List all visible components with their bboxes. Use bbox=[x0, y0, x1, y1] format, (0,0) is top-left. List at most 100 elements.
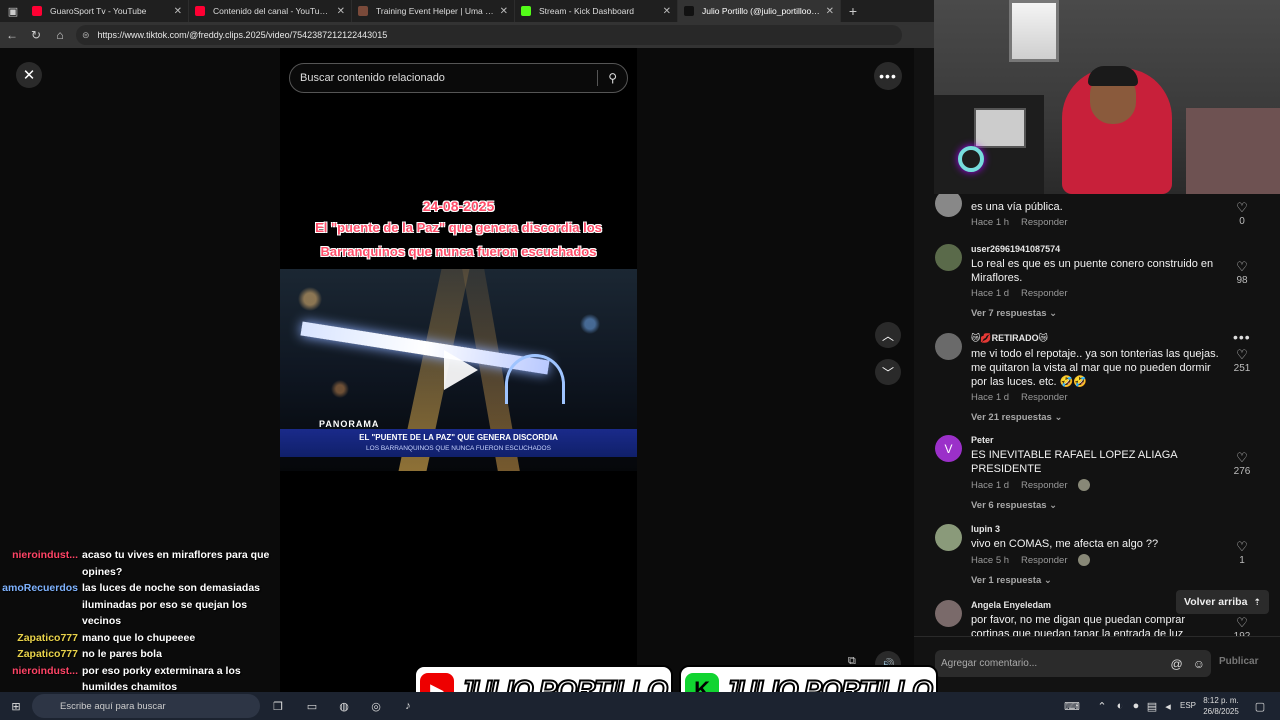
reply-button[interactable]: Responder bbox=[1021, 217, 1067, 228]
like-button[interactable]: ♡ 98 bbox=[1229, 260, 1255, 287]
chat-text: por eso porky exterminara a los humildes… bbox=[82, 664, 241, 694]
tab[interactable]: Stream - Kick Dashboard ✕ bbox=[515, 0, 678, 22]
tab[interactable]: Training Event Helper | Uma Musu ✕ bbox=[352, 0, 515, 22]
tab[interactable]: Contenido del canal - YouTube St ✕ bbox=[189, 0, 352, 22]
comment-meta: Hace 1 d Responder bbox=[971, 392, 1223, 403]
chevron-up-icon[interactable]: ︿ bbox=[875, 322, 901, 348]
comment-text: vivo en COMAS, me afecta en algo ?? bbox=[971, 538, 1159, 550]
comment-meta: Hace 1 d Responder bbox=[971, 288, 1223, 299]
reload-icon[interactable]: ↻ bbox=[24, 28, 48, 42]
view-replies-button[interactable]: Ver 21 respuestas ⌄ bbox=[971, 412, 1223, 423]
related-search-input[interactable]: Buscar contenido relacionado ⚲ bbox=[289, 63, 628, 93]
back-arrow-icon[interactable]: ← bbox=[0, 28, 24, 42]
tab-close-icon[interactable]: ✕ bbox=[663, 6, 671, 17]
search-icon[interactable]: ⚲ bbox=[608, 71, 617, 85]
play-icon[interactable] bbox=[444, 350, 478, 390]
avatar[interactable] bbox=[935, 600, 962, 627]
tray-app-icon[interactable]: ◐ bbox=[1112, 698, 1128, 714]
like-count: 98 bbox=[1236, 275, 1248, 286]
comment-username[interactable]: user26961941087574 bbox=[971, 244, 1223, 254]
taskbar-search-input[interactable]: Escribe aquí para buscar bbox=[32, 694, 260, 718]
chat-user: nieroindust... bbox=[12, 664, 78, 677]
like-button[interactable]: ♡ 1 bbox=[1229, 540, 1255, 567]
tab-close-icon[interactable]: ✕ bbox=[337, 6, 345, 17]
emoji-icon[interactable]: ☺ bbox=[1193, 657, 1205, 671]
tab-favicon-icon bbox=[521, 6, 531, 16]
comment-body: Peter ES INEVITABLE RAFAEL LOPEZ ALIAGA … bbox=[971, 435, 1223, 511]
tab-close-icon[interactable]: ✕ bbox=[500, 6, 508, 17]
close-icon[interactable]: ✕ bbox=[16, 62, 42, 88]
comment-text: Lo real es que es un puente conero const… bbox=[971, 258, 1214, 284]
like-button[interactable]: ♡ 251 bbox=[1229, 348, 1255, 375]
avatar[interactable] bbox=[935, 333, 962, 360]
microphone-icon[interactable]: ● bbox=[1128, 698, 1144, 714]
tray-chevron-icon[interactable]: ⌃ bbox=[1094, 698, 1110, 714]
view-replies-button[interactable]: Ver 1 respuesta ⌄ bbox=[971, 575, 1223, 586]
news-channel-tag: PANORAMA bbox=[319, 419, 380, 429]
tab[interactable]: Julio Portillo (@julio_portilloo) | T ✕ bbox=[678, 0, 841, 22]
screen: ▣ GuaroSport Tv - YouTube ✕ Contenido del… bbox=[0, 0, 1280, 720]
reply-button[interactable]: Responder bbox=[1021, 555, 1067, 566]
speaker-icon[interactable]: ◂ bbox=[1160, 698, 1176, 714]
keyboard-icon[interactable]: ⌨ bbox=[1064, 698, 1080, 714]
webcam-monitor bbox=[974, 108, 1026, 148]
comment-input[interactable]: Agregar comentario... @ ☺ bbox=[935, 650, 1211, 677]
creator-liked-icon bbox=[1077, 554, 1090, 566]
like-button[interactable]: ♡ 0 bbox=[1229, 200, 1255, 228]
comment-username[interactable]: lupin 3 bbox=[971, 524, 1223, 534]
heart-icon: ♡ bbox=[1236, 200, 1248, 215]
reply-button[interactable]: Responder bbox=[1021, 480, 1067, 491]
avatar[interactable] bbox=[935, 524, 962, 551]
home-icon[interactable]: ⌂ bbox=[48, 28, 72, 42]
lower-third-subtitle: LOS BARRANQUINOS QUE NUNCA FUERON ESCUCH… bbox=[366, 445, 551, 452]
avatar[interactable] bbox=[935, 190, 962, 217]
reply-button[interactable]: Responder bbox=[1021, 392, 1067, 403]
comment-username[interactable]: Peter bbox=[971, 435, 1223, 445]
chat-user: nieroindust... bbox=[12, 549, 78, 561]
avatar[interactable] bbox=[935, 244, 962, 271]
mention-icon[interactable]: @ bbox=[1171, 657, 1183, 671]
like-button[interactable]: ♡192 bbox=[1229, 616, 1255, 637]
task-view-icon[interactable]: ❐ bbox=[270, 698, 286, 714]
reply-button[interactable]: Responder bbox=[1021, 288, 1067, 299]
more-options-icon[interactable]: ••• bbox=[1233, 329, 1251, 345]
publish-button[interactable]: Publicar bbox=[1219, 656, 1258, 667]
new-tab-icon[interactable]: + bbox=[841, 3, 865, 19]
chat-message: Zapatico777 no le pares bola bbox=[0, 646, 278, 663]
url-input[interactable]: ⊜ https://www.tiktok.com/@freddy.clips.2… bbox=[76, 25, 902, 45]
lower-third-title: EL "PUENTE DE LA PAZ" QUE GENERA DISCORD… bbox=[359, 433, 558, 442]
webcam-streamer-hair bbox=[1088, 66, 1138, 86]
taskbar-clock[interactable]: 8:12 p. m. 26/8/2025 bbox=[1200, 695, 1242, 717]
creator-liked-icon bbox=[1077, 479, 1090, 491]
windows-start-icon[interactable]: ⊞ bbox=[8, 698, 24, 714]
tab-list: GuaroSport Tv - YouTube ✕ Contenido del c… bbox=[26, 0, 841, 22]
tab-close-icon[interactable]: ✕ bbox=[174, 6, 182, 17]
file-explorer-icon[interactable]: ▭ bbox=[304, 698, 320, 714]
webcam-bed bbox=[1186, 108, 1280, 194]
avatar[interactable]: V bbox=[935, 435, 962, 462]
tab[interactable]: GuaroSport Tv - YouTube ✕ bbox=[26, 0, 189, 22]
comment-meta: Hace 1 h Responder bbox=[971, 217, 1223, 228]
site-info-icon[interactable]: ⊜ bbox=[82, 30, 90, 41]
like-button[interactable]: ♡ 276 bbox=[1229, 451, 1255, 478]
input-language[interactable]: ESP bbox=[1180, 701, 1196, 710]
obs-icon[interactable]: ◎ bbox=[368, 698, 384, 714]
comment-username[interactable]: 😿💋RETIRADO😿 bbox=[971, 333, 1223, 344]
like-count: 251 bbox=[1233, 363, 1251, 374]
comment-meta: Hace 1 d Responder bbox=[971, 479, 1223, 491]
like-count: 1 bbox=[1239, 555, 1245, 566]
browser-icon[interactable]: ◍ bbox=[336, 698, 352, 714]
tab-actions-icon[interactable]: ▣ bbox=[0, 0, 26, 22]
comment-body: lupin 3 vivo en COMAS, me afecta en algo… bbox=[971, 524, 1223, 586]
tiktok-icon[interactable]: ♪ bbox=[400, 698, 416, 714]
back-to-top-button[interactable]: Volver arriba ⇡ bbox=[1176, 590, 1269, 614]
view-replies-button[interactable]: Ver 7 respuestas ⌄ bbox=[971, 308, 1223, 319]
chevron-down-icon[interactable]: ﹀ bbox=[875, 359, 901, 385]
comment-time: Hace 1 d bbox=[971, 392, 1010, 403]
more-options-icon[interactable]: ••• bbox=[874, 62, 902, 90]
view-replies-button[interactable]: Ver 6 respuestas ⌄ bbox=[971, 500, 1223, 511]
tab-close-icon[interactable]: ✕ bbox=[826, 6, 834, 17]
network-icon[interactable]: ▤ bbox=[1144, 698, 1160, 714]
notifications-icon[interactable]: ▢ bbox=[1252, 698, 1268, 714]
search-placeholder: Buscar contenido relacionado bbox=[300, 72, 445, 84]
